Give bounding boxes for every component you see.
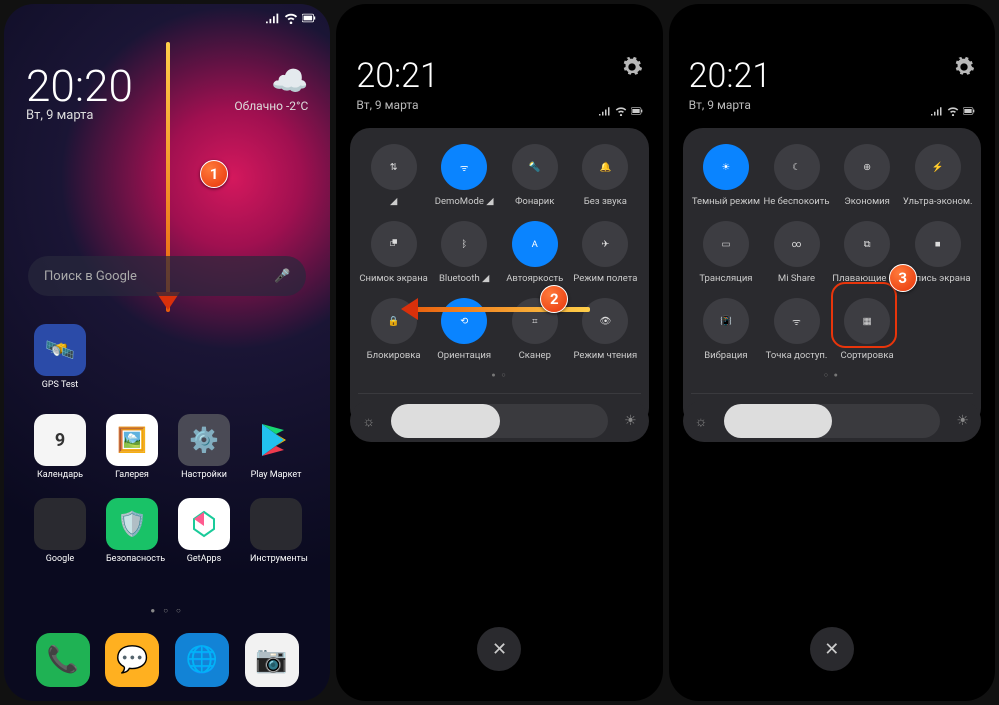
qs-tile-dnd[interactable]: ☾ Не беспокоить: [761, 144, 832, 207]
orient-icon: ⟲: [441, 298, 487, 344]
search-bar[interactable]: Поиск в Google 🎤: [28, 256, 306, 296]
annotation-highlight-sort: [831, 282, 897, 348]
shot-icon: ⮻: [371, 221, 417, 267]
ultra-icon: ⚡: [915, 144, 961, 190]
app-getapps[interactable]: GetApps: [178, 498, 230, 564]
app-calendar[interactable]: 9Календарь: [34, 414, 86, 480]
annotation-badge-3: 3: [889, 264, 917, 292]
settings-icon[interactable]: [953, 56, 975, 78]
autobri-icon: A: [512, 221, 558, 267]
brightness-high-icon: ☀: [616, 413, 645, 429]
panel-date: Вт, 9 марта: [356, 98, 439, 112]
float-icon: ⧉: [844, 221, 890, 267]
qs-tile-dark[interactable]: ☀ Темный режим: [691, 144, 762, 207]
brightness-slider[interactable]: ☼ ☀: [350, 400, 648, 442]
status-bar: [266, 12, 316, 24]
qs-tile-vibro[interactable]: 📳 Вибрация: [691, 298, 762, 361]
dark-icon: ☀: [703, 144, 749, 190]
qs-tile-ultra[interactable]: ⚡ Ультра-эконом.: [902, 144, 973, 207]
vibro-icon: 📳: [703, 298, 749, 344]
qs-tile-saver[interactable]: ⊕ Экономия: [832, 144, 903, 207]
app-folder-google[interactable]: Google: [34, 498, 86, 564]
panel-time: 20:21: [689, 56, 772, 96]
clock-time: 20:20: [26, 60, 133, 112]
dock: 📞 💬 🌐 📷: [4, 633, 330, 687]
dock-phone[interactable]: 📞: [36, 633, 90, 687]
dock-camera[interactable]: 📷: [245, 633, 299, 687]
wifi-icon: [284, 12, 298, 24]
signal-icon: [266, 12, 280, 24]
phone-quicksettings-page1: 20:21 Вт, 9 марта ⇅ ◢ᯤ DemoMode ◢🔦 Фонар…: [336, 4, 662, 701]
panel-time: 20:21: [356, 56, 439, 96]
qs-tile-hotspot[interactable]: ᯤ Точка доступ.: [761, 298, 832, 361]
brightness-low-icon: ☼: [354, 413, 383, 430]
wifi-icon: ᯤ: [441, 144, 487, 190]
app-folder-tools[interactable]: Инструменты: [250, 498, 302, 564]
dnd-icon: ☾: [774, 144, 820, 190]
weather-icon: ☁️: [234, 64, 308, 99]
wifi-icon: [947, 106, 959, 116]
signal-icon: [599, 106, 611, 116]
qs-page-dots: ○ ●: [691, 371, 973, 379]
bt-icon: ᛒ: [441, 221, 487, 267]
saver-icon: ⊕: [844, 144, 890, 190]
search-placeholder: Поиск в Google: [44, 269, 137, 284]
panel-date: Вт, 9 марта: [689, 98, 772, 112]
app-gallery[interactable]: 🖼️Галерея: [106, 414, 158, 480]
battery-icon: [631, 106, 643, 116]
mic-icon[interactable]: 🎤: [274, 269, 290, 284]
brightness-high-icon: ☀: [948, 413, 977, 429]
mute-icon: 🔔: [582, 144, 628, 190]
read-icon: 👁: [582, 298, 628, 344]
panel-header: 20:21 Вт, 9 марта: [356, 56, 642, 112]
app-settings[interactable]: ⚙️Настройки: [178, 414, 230, 480]
annotation-badge-1: 1: [200, 160, 228, 188]
brightness-low-icon: ☼: [687, 413, 716, 430]
qs-tile-autobri[interactable]: A Автояркость: [499, 221, 570, 284]
mini-status-icons: [599, 106, 643, 116]
quick-settings-panel: ☀ Темный режим☾ Не беспокоить⊕ Экономия⚡…: [683, 128, 981, 428]
qs-tile-airplane[interactable]: ✈ Режим полета: [570, 221, 641, 284]
settings-icon[interactable]: [621, 56, 643, 78]
app-gps-test[interactable]: 🛰️GPS Test: [34, 324, 86, 390]
weather-widget[interactable]: ☁️ Облачно -2°C: [234, 64, 308, 113]
battery-icon: [963, 106, 975, 116]
qs-tile-cast[interactable]: ▭ Трансляция: [691, 221, 762, 284]
phone-home: 20:20 Вт, 9 марта ☁️ Облачно -2°C 1 Поис…: [4, 4, 330, 701]
dock-messages[interactable]: 💬: [105, 633, 159, 687]
panel-header: 20:21 Вт, 9 марта: [689, 56, 975, 112]
signal-icon: [931, 106, 943, 116]
quick-settings-panel: ⇅ ◢ᯤ DemoMode ◢🔦 Фонарик🔔 Без звука ⮻ Сни…: [350, 128, 648, 428]
mishare-icon: ∞: [774, 221, 820, 267]
rec-icon: ■: [915, 221, 961, 267]
page-indicator: ● ○ ○: [4, 606, 330, 615]
qs-page-dots: ● ○: [358, 371, 640, 379]
qs-tile-torch[interactable]: 🔦 Фонарик: [499, 144, 570, 207]
app-security[interactable]: 🛡️Безопасность: [106, 498, 158, 564]
close-panel-button[interactable]: ✕: [477, 627, 521, 671]
qs-tile-mute[interactable]: 🔔 Без звука: [570, 144, 641, 207]
qs-tile-wifi[interactable]: ᯤ DemoMode ◢: [429, 144, 500, 207]
qs-tile-data[interactable]: ⇅ ◢: [358, 144, 429, 207]
hotspot-icon: ᯤ: [774, 298, 820, 344]
brightness-slider[interactable]: ☼ ☀: [683, 400, 981, 442]
qs-tile-mishare[interactable]: ∞ Mi Share: [761, 221, 832, 284]
app-play-store[interactable]: Play Маркет: [250, 414, 302, 480]
clock-date: Вт, 9 марта: [26, 108, 93, 123]
torch-icon: 🔦: [512, 144, 558, 190]
mini-status-icons: [931, 106, 975, 116]
dock-browser[interactable]: 🌐: [175, 633, 229, 687]
cast-icon: ▭: [703, 221, 749, 267]
qs-tile-bt[interactable]: ᛒ Bluetooth ◢: [429, 221, 500, 284]
phone-quicksettings-page2: 20:21 Вт, 9 марта ☀ Темный режим☾ Не бес…: [669, 4, 995, 701]
qs-tile-shot[interactable]: ⮻ Снимок экрана: [358, 221, 429, 284]
data-icon: ⇅: [371, 144, 417, 190]
battery-icon: [302, 12, 316, 24]
airplane-icon: ✈: [582, 221, 628, 267]
close-panel-button[interactable]: ✕: [810, 627, 854, 671]
wifi-icon: [615, 106, 627, 116]
